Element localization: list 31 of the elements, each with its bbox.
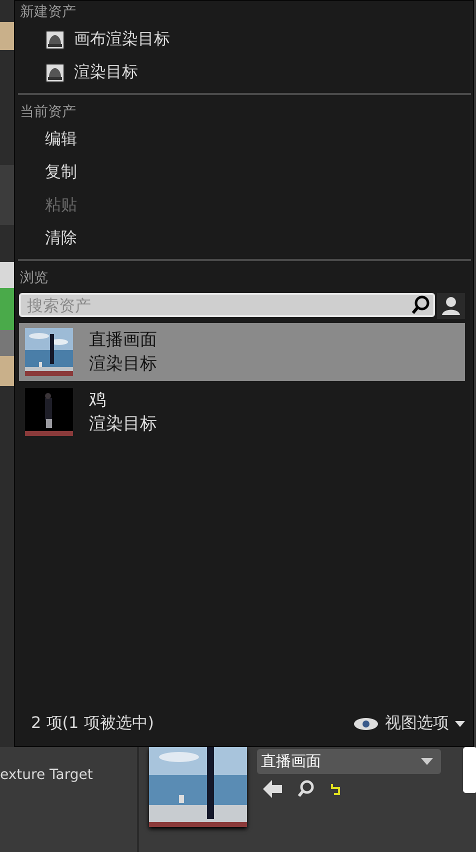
selection-count: 2 项(1 项被选中) [31, 713, 154, 734]
search-icon [411, 295, 431, 315]
caret-icon [455, 720, 465, 726]
asset-name: 直播画面 [89, 329, 157, 352]
menu-item[interactable]: 渲染目标 [15, 56, 473, 89]
asset-name: 鸡 [89, 389, 107, 412]
asset-dropdown[interactable]: 直播画面 [257, 749, 441, 774]
arrow-left-icon[interactable] [263, 780, 283, 798]
property-label: exture Target [0, 767, 93, 785]
menu-item[interactable]: 画布渲染目标 [15, 23, 473, 56]
asset-type: 渲染目标 [89, 353, 157, 376]
texture-icon [45, 30, 65, 50]
texture-icon [45, 62, 65, 82]
user-icon [441, 296, 461, 316]
section-header: 新建资产 [19, 3, 77, 22]
section-header: 当前资产 [19, 103, 77, 122]
asset-row[interactable]: 直播画面 渲染目标 [19, 323, 465, 381]
reset-icon[interactable] [329, 783, 341, 795]
search-icon[interactable] [297, 780, 315, 798]
caret-icon [421, 758, 433, 765]
eye-icon [353, 716, 379, 730]
asset-row[interactable]: 鸡 渲染目标 [19, 383, 465, 441]
view-options-button[interactable]: 视图选项 [353, 713, 465, 734]
section-header: 浏览 [19, 269, 49, 288]
menu-item[interactable]: 编辑 [15, 123, 473, 156]
asset-type: 渲染目标 [89, 413, 157, 436]
menu-item[interactable]: 复制 [15, 156, 473, 189]
user-button[interactable] [437, 293, 465, 319]
search-field[interactable]: 搜索资产 [19, 293, 435, 317]
menu-item[interactable]: 清除 [15, 222, 473, 255]
scrollbar[interactable] [463, 747, 476, 793]
